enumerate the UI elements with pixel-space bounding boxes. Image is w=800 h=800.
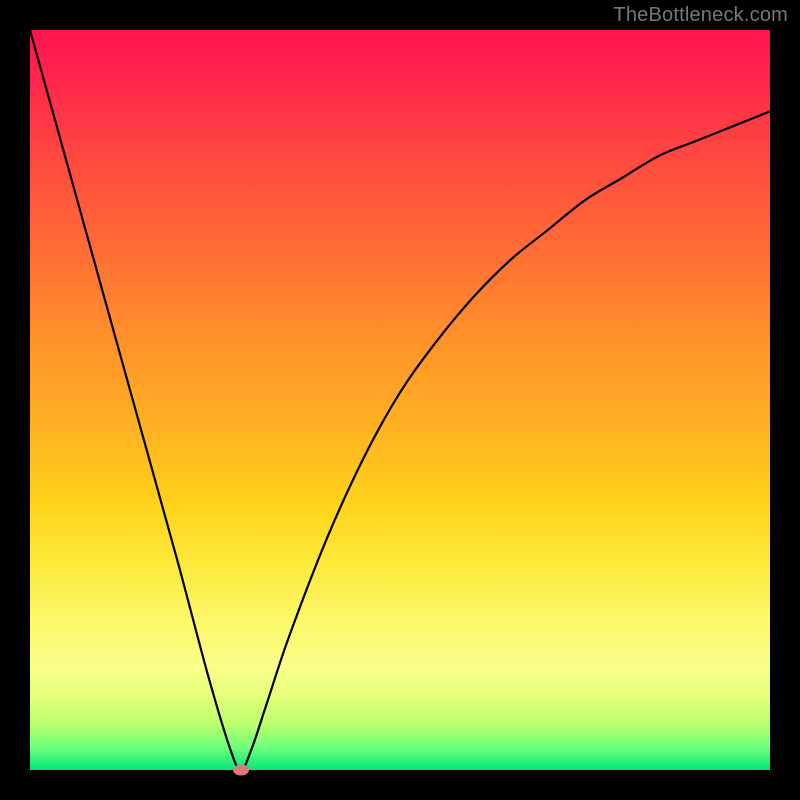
bottleneck-curve xyxy=(30,30,770,770)
chart-frame: TheBottleneck.com xyxy=(0,0,800,800)
optimal-point-marker xyxy=(233,765,249,776)
plot-area xyxy=(30,30,770,770)
curve-svg xyxy=(30,30,770,770)
attribution-text: TheBottleneck.com xyxy=(613,4,788,27)
